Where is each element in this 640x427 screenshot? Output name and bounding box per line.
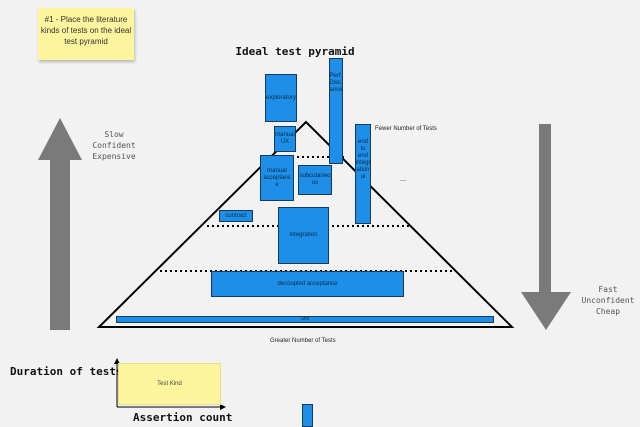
stray-test-box[interactable] xyxy=(302,404,313,427)
subcutaneous-box[interactable]: subcutaneo us xyxy=(298,165,332,195)
chart-x-label: Assertion count xyxy=(133,411,233,424)
box-label: integration xyxy=(289,232,318,238)
manual-acceptance-box[interactable]: manual acceptanc e xyxy=(260,155,294,201)
chart-y-label: Duration of tests xyxy=(10,365,123,378)
up-arrow-icon xyxy=(38,118,82,330)
contract-box[interactable]: contract xyxy=(219,210,253,222)
dash-mark: — xyxy=(400,178,406,184)
decoupled-acceptance-box[interactable]: decoupled acceptance xyxy=(211,271,404,297)
down-arrow-icon xyxy=(521,124,571,330)
box-label: manual acceptanc e xyxy=(263,167,291,188)
fast-label-line: Cheap xyxy=(595,307,621,316)
box-label: decoupled acceptance xyxy=(277,280,338,287)
exploratory-box[interactable]: exploratory xyxy=(265,74,297,122)
box-label: subcutaneo us xyxy=(299,173,331,186)
fewer-tests-label: Fewer Number of Tests xyxy=(375,126,437,132)
test-kind-label: Test Kind xyxy=(157,381,182,387)
unit-box[interactable]: unit xyxy=(116,316,494,323)
slow-label-line: Expensive xyxy=(92,152,136,161)
box-label: contract xyxy=(225,212,247,219)
slow-label-line: Confident xyxy=(92,141,136,150)
test-kind-sticky[interactable]: Test Kind xyxy=(118,363,221,405)
box-label: exploratory xyxy=(266,94,296,101)
manual-ux-box[interactable]: manual UX xyxy=(274,126,296,152)
performance-box[interactable]: Perf. Disc. ance xyxy=(329,58,343,164)
fast-label-line: Fast xyxy=(598,285,618,294)
end-to-end-box[interactable]: end to end integr ation ui xyxy=(355,124,371,224)
box-label: Perf. Disc. ance xyxy=(329,73,343,93)
fast-label-line: Unconfident xyxy=(581,296,635,305)
fast-label: Fast Unconfident Cheap xyxy=(578,284,638,317)
box-label: manual UX xyxy=(275,132,295,145)
greater-tests-label: Greater Number of Tests xyxy=(270,338,336,344)
slow-label: Slow Confident Expensive xyxy=(84,129,144,162)
box-label: end to end integr ation ui xyxy=(355,139,371,180)
integration-box[interactable]: integration xyxy=(278,207,329,264)
box-label: unit xyxy=(300,316,310,322)
slow-label-line: Slow xyxy=(104,130,124,139)
